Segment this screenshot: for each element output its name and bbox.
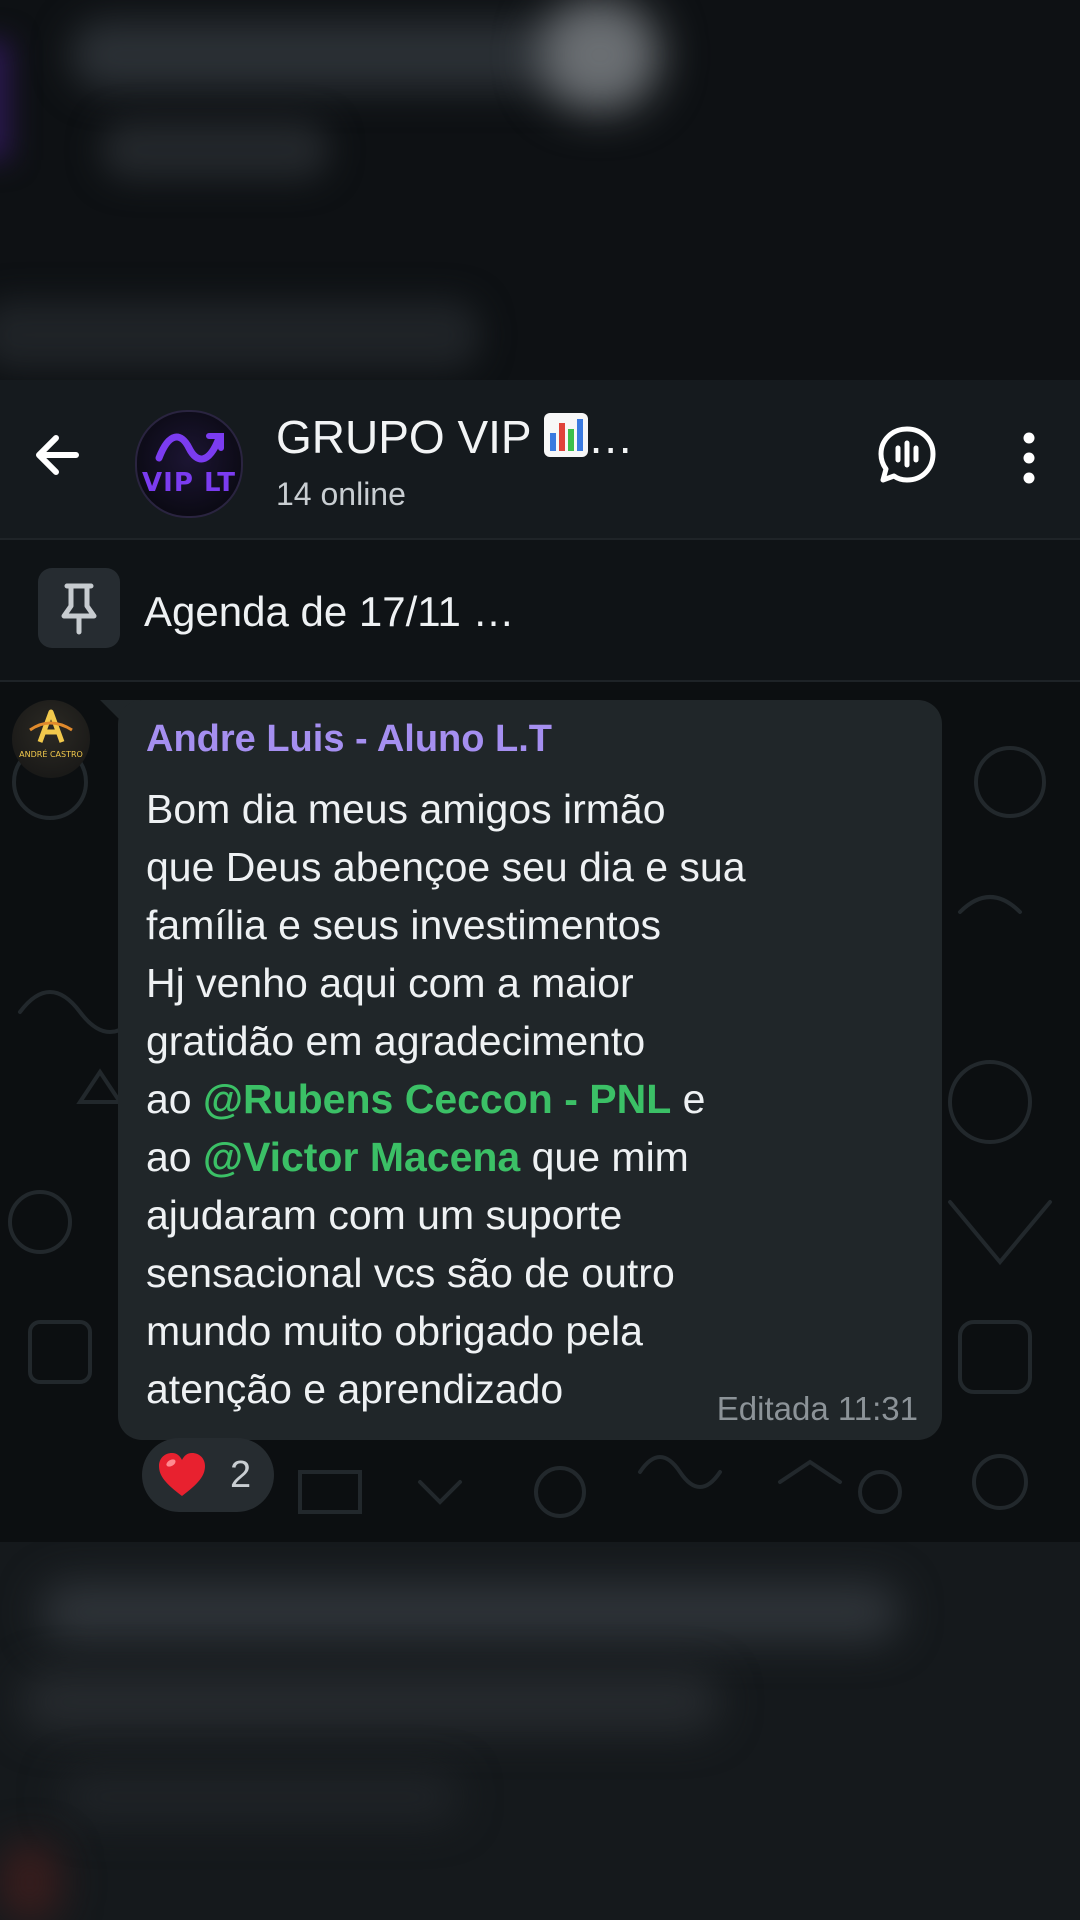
sender-avatar-text: ANDRÉ CASTRO: [19, 750, 83, 759]
online-count: 14 online: [276, 476, 406, 512]
pin-icon: [38, 568, 120, 648]
chat-area: ANDRÉ CASTRO Andre Luis - Aluno L.T Bom …: [0, 682, 1080, 1542]
chat-header: VIP LT GRUPO VIP… 14 online: [0, 380, 1080, 540]
blurred-background-bottom: [0, 1542, 1080, 1920]
mention-link[interactable]: @Rubens Ceccon - PNL: [203, 1076, 671, 1122]
reaction-chip[interactable]: 2: [142, 1438, 274, 1512]
message-meta: Editada 11:31: [716, 1390, 918, 1427]
avatar-logo-text: VIP LT: [142, 468, 236, 498]
reaction-count: 2: [230, 1454, 252, 1496]
message-line: sensacional vcs são de outro: [146, 1250, 675, 1296]
message-line: Bom dia meus amigos irmão: [146, 786, 666, 832]
message-bubble[interactable]: Andre Luis - Aluno L.T Bom dia meus amig…: [118, 700, 942, 1440]
message-line: ajudaram com um suporte: [146, 1192, 623, 1238]
mention-link[interactable]: @Victor Macena: [203, 1134, 520, 1180]
group-avatar[interactable]: VIP LT: [135, 410, 243, 518]
message-line: gratidão em agradecimento: [146, 1018, 646, 1064]
bar-chart-emoji-icon: [543, 413, 588, 457]
message-text: Bom dia meus amigos irmão que Deus abenç…: [146, 780, 926, 1418]
message-line: Hj venho aqui com a maior: [146, 960, 634, 1006]
message-line: família e seus investimentos: [146, 902, 662, 948]
voice-chat-icon[interactable]: [876, 424, 938, 486]
message-line: ao @Victor Macena que mim: [146, 1134, 689, 1180]
pinned-message-bar[interactable]: Agenda de 17/11 …: [0, 540, 1080, 682]
message-line: ao @Rubens Ceccon - PNL e: [146, 1076, 706, 1122]
message-line: mundo muito obrigado pela: [146, 1308, 643, 1354]
back-arrow-icon[interactable]: [28, 426, 86, 484]
blurred-background-top: [0, 0, 1080, 380]
pinned-message-text: Agenda de 17/11 …: [144, 588, 515, 635]
sender-avatar[interactable]: ANDRÉ CASTRO: [12, 700, 90, 778]
sender-name[interactable]: Andre Luis - Aluno L.T: [146, 718, 552, 761]
message-line: que Deus abençoe seu dia e sua: [146, 844, 746, 890]
heart-icon: [156, 1450, 208, 1500]
more-vertical-icon[interactable]: [1014, 428, 1044, 488]
chat-title[interactable]: GRUPO VIP…: [276, 410, 634, 464]
